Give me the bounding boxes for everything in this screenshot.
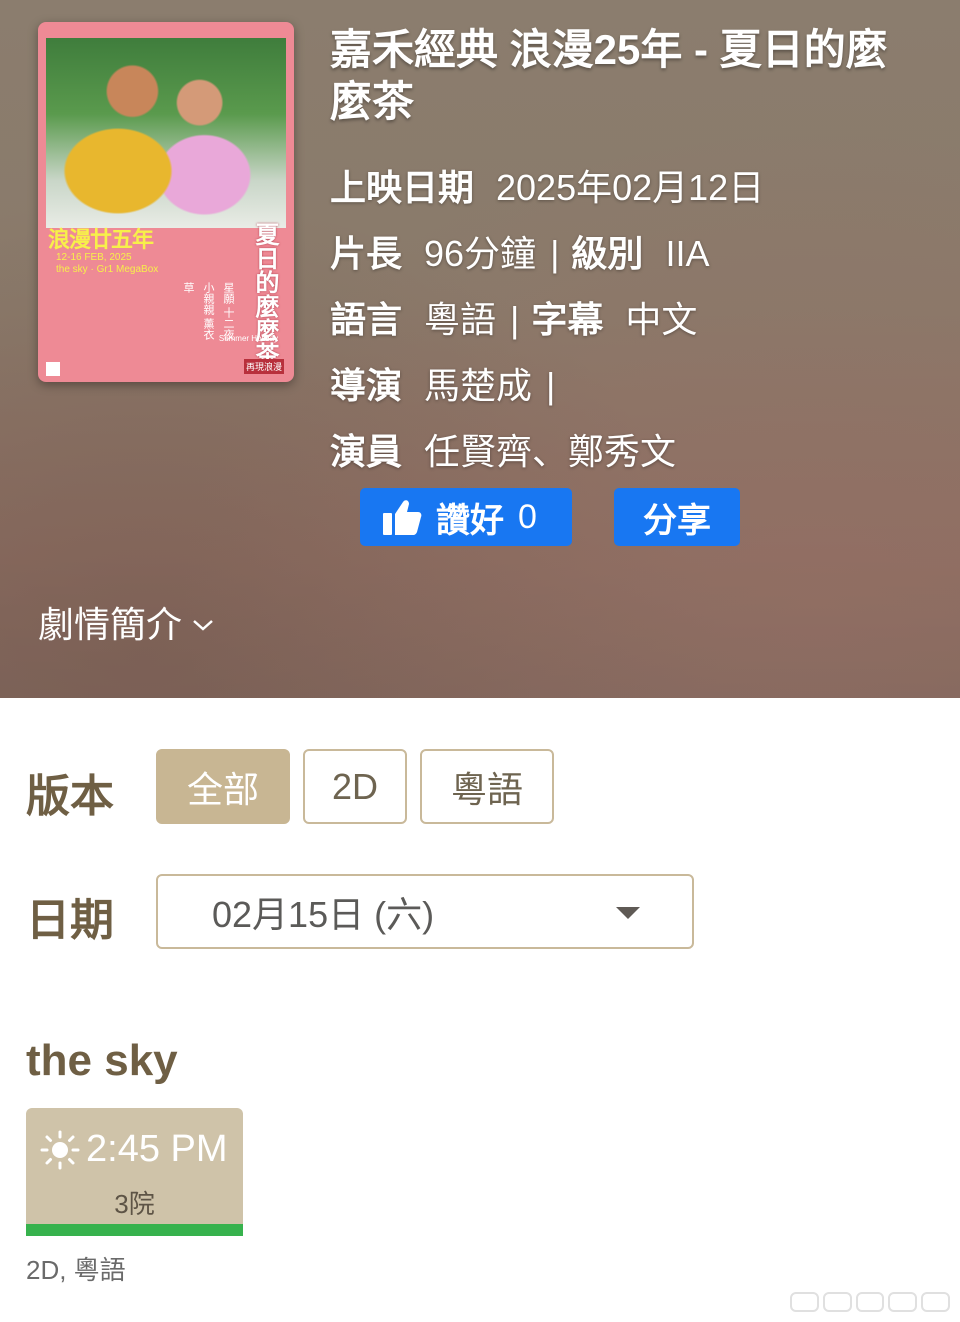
date-label: 日期 <box>26 896 114 945</box>
movie-title: 嘉禾經典 浪漫25年 - 夏日的麼麼茶 <box>330 26 888 125</box>
cast-row: 演員 任賢齊、鄭秀文 <box>330 430 686 474</box>
cinema-name: the sky <box>26 1036 178 1085</box>
poster-date-text: 12-16 FEB, 2025 the sky · Gr1 MegaBox <box>56 252 159 275</box>
date-select[interactable]: 02月15日 (六) <box>156 874 694 949</box>
synopsis-toggle[interactable]: 劇情簡介 <box>38 600 214 650</box>
movie-poster[interactable]: 浪漫廿五年 12-16 FEB, 2025 the sky · Gr1 Mega… <box>38 22 294 382</box>
chevron-down-icon <box>193 620 213 631</box>
share-button[interactable]: 分享 <box>614 488 740 546</box>
showtime-format: 2D, 粵語 <box>26 1255 126 1285</box>
version-option-cantonese[interactable]: 粵語 <box>420 749 554 824</box>
synopsis-label: 劇情簡介 <box>38 604 183 645</box>
duration-rating-row: 片長 96分鐘 | 級別 IIA <box>330 232 719 276</box>
caret-down-icon <box>616 907 640 919</box>
poster-vertical-title: 夏日的麼麼茶 <box>251 222 278 366</box>
release-date-value: 2025年02月12日 <box>496 167 765 208</box>
cast-label: 演員 <box>330 431 403 472</box>
subtitle-value: 中文 <box>625 299 698 340</box>
cast-value: 任賢齊、鄭秀文 <box>424 431 677 472</box>
showtime-time: 2:45 PM <box>86 1128 228 1170</box>
sun-icon <box>40 1130 80 1169</box>
rating-value: IIA <box>665 233 710 274</box>
movie-hero: 浪漫廿五年 12-16 FEB, 2025 the sky · Gr1 Mega… <box>0 0 960 698</box>
like-button[interactable]: 讚好 0 <box>360 488 572 546</box>
poster-title-text: 浪漫廿五年 <box>48 227 154 252</box>
language-value: 粵語 <box>424 299 497 340</box>
poster-logo-icon <box>46 362 60 376</box>
like-count: 0 <box>518 497 537 536</box>
duration-value: 96分鐘 <box>424 233 537 274</box>
separator: | <box>510 299 520 340</box>
poster-english-title: Summer Holiday <box>218 334 278 343</box>
showtime-time-row: 2:45 PM <box>40 1128 228 1171</box>
showtime-house: 3院 <box>114 1189 155 1219</box>
language-label: 語言 <box>330 299 403 340</box>
director-value: 馬楚成 <box>424 365 533 406</box>
carousel-indicator <box>790 1292 950 1312</box>
like-label: 讚好 <box>436 501 504 540</box>
poster-photo <box>46 38 286 228</box>
duration-label: 片長 <box>330 233 403 274</box>
version-option-2d[interactable]: 2D <box>303 749 407 824</box>
rating-label: 級別 <box>571 233 644 274</box>
poster-credits: 星願 十二夜 小親親 薰衣草 <box>182 282 234 341</box>
release-date-label: 上映日期 <box>330 167 475 208</box>
seat-availability-bar <box>26 1224 243 1236</box>
version-option-all[interactable]: 全部 <box>156 749 290 824</box>
thumbs-up-icon <box>383 500 422 535</box>
subtitle-label: 字幕 <box>531 299 604 340</box>
showtime-button[interactable]: 2:45 PM 3院 <box>26 1108 243 1236</box>
language-subtitle-row: 語言 粵語 | 字幕 中文 <box>330 298 707 342</box>
director-row: 導演 馬楚成 | <box>330 364 567 408</box>
date-select-value: 02月15日 (六) <box>212 893 435 935</box>
director-label: 導演 <box>330 365 403 406</box>
separator: | <box>550 233 560 274</box>
poster-tag: 再現浪漫 <box>243 359 284 374</box>
separator: | <box>546 365 556 406</box>
version-label: 版本 <box>26 772 114 821</box>
release-date-row: 上映日期 2025年02月12日 <box>330 166 774 210</box>
